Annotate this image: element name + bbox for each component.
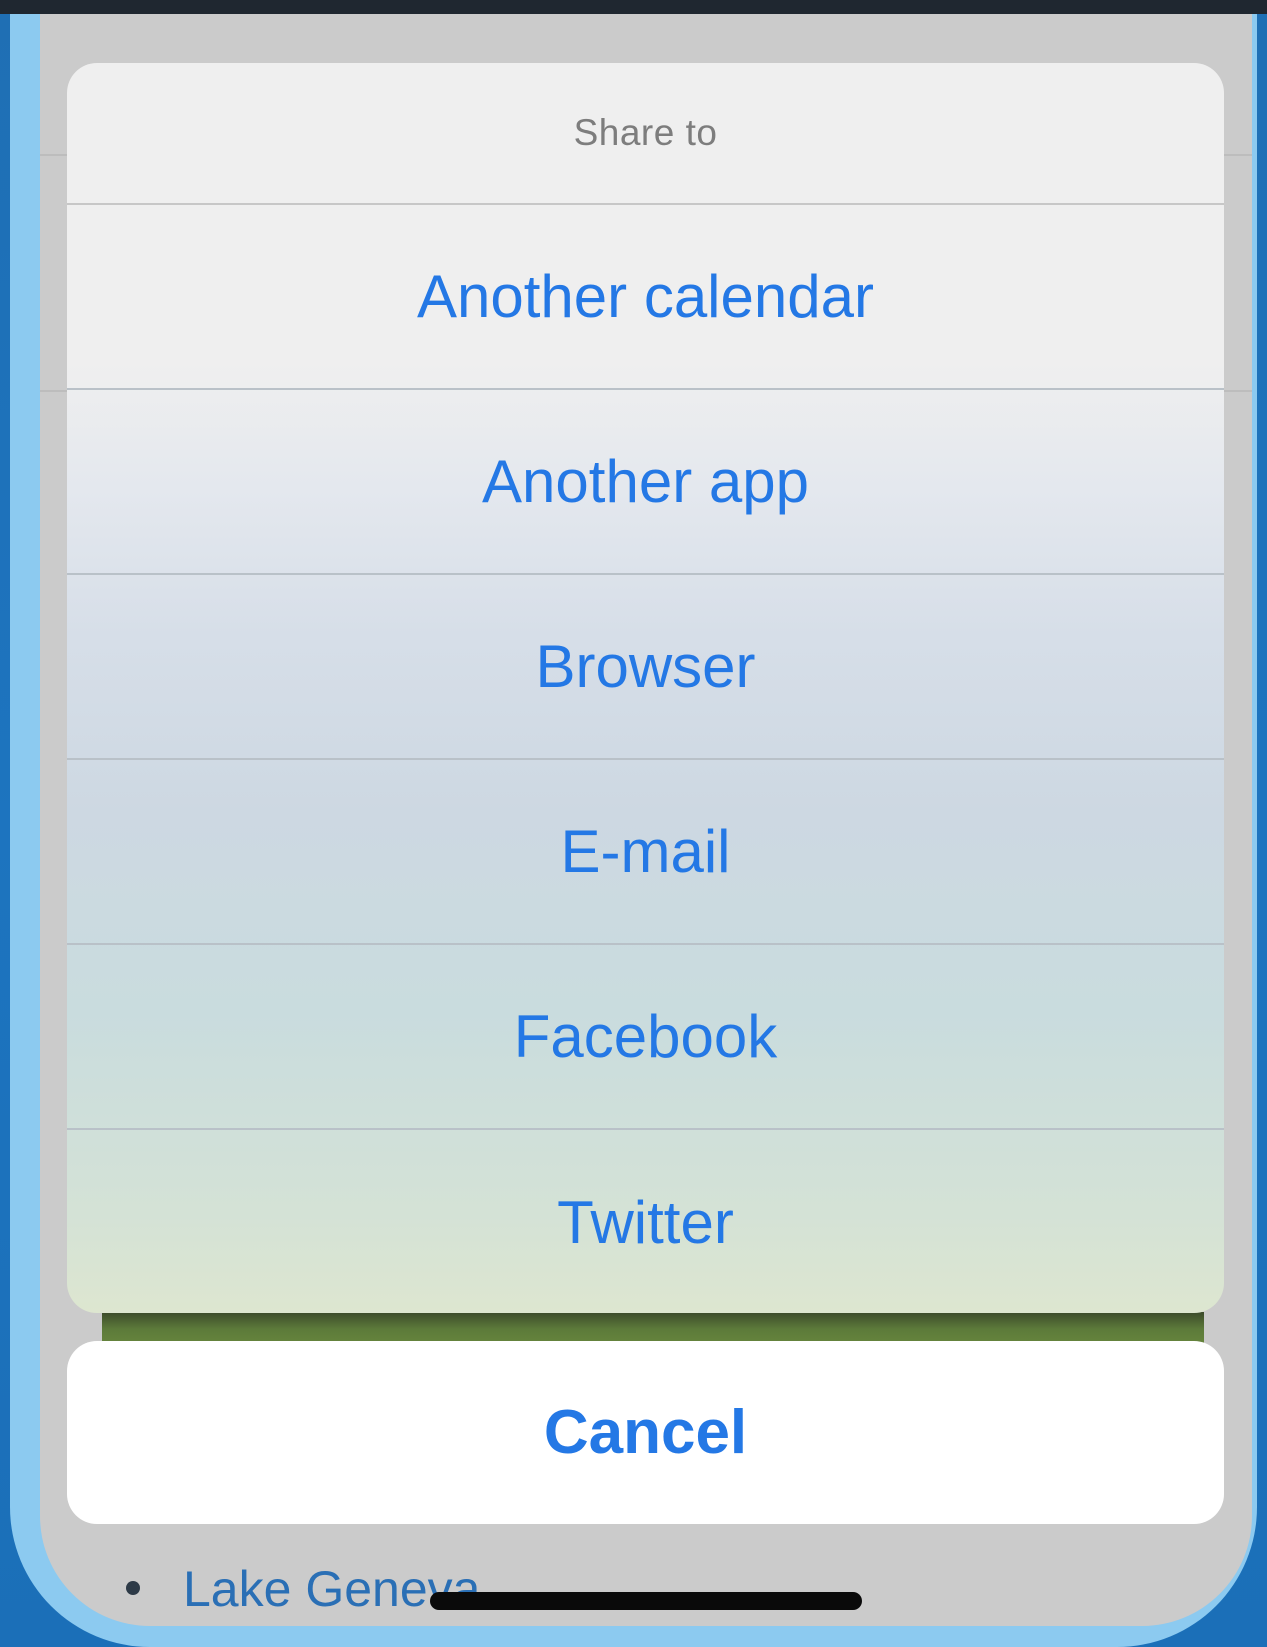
share-option-twitter[interactable]: Twitter [67,1130,1224,1313]
share-option-browser[interactable]: Browser [67,575,1224,760]
home-indicator[interactable] [430,1592,862,1610]
status-bar-edge [0,0,1267,14]
share-option-another-calendar[interactable]: Another calendar [67,205,1224,390]
cancel-button[interactable]: Cancel [67,1341,1224,1524]
share-option-email[interactable]: E-mail [67,760,1224,945]
share-option-facebook[interactable]: Facebook [67,945,1224,1130]
list-bullet [126,1581,140,1595]
share-action-sheet: Share to Another calendar Another app Br… [67,63,1224,1313]
share-option-another-app[interactable]: Another app [67,390,1224,575]
action-sheet-title: Share to [67,63,1224,205]
